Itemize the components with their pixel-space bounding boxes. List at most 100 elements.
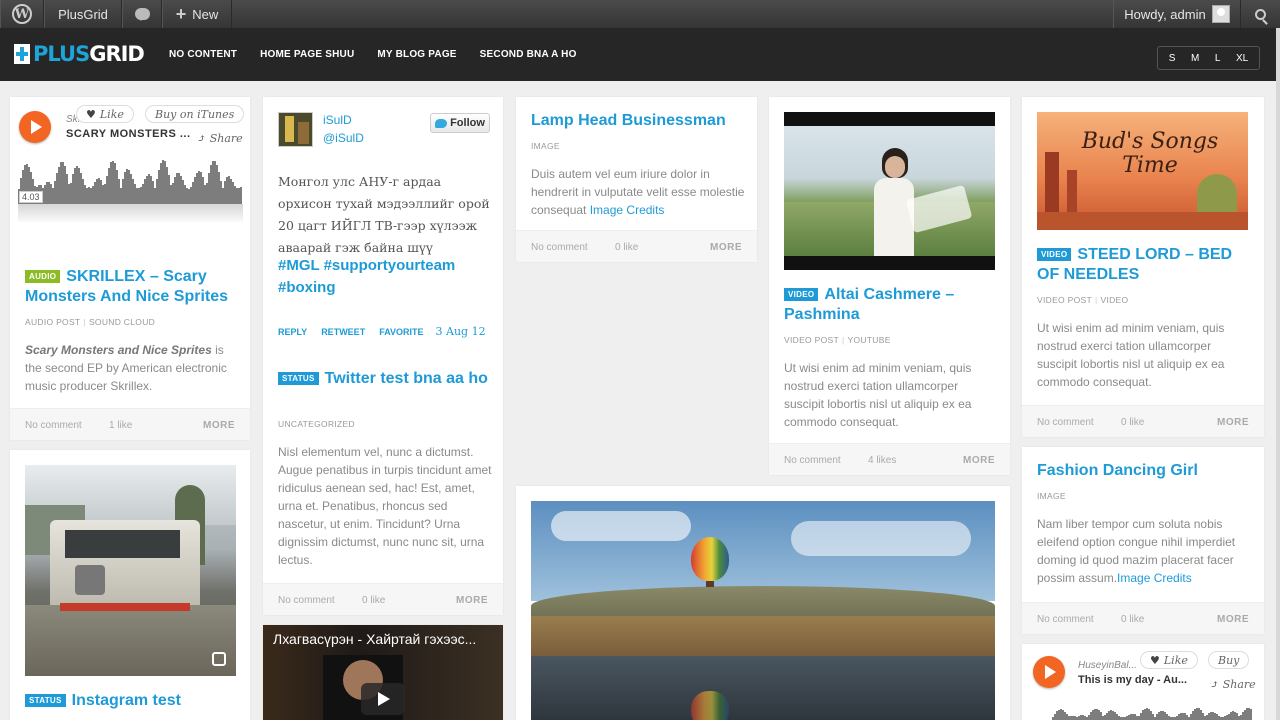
video-post-card: Bud's Songs Time VIDEO STEED LORD – BED O… [1022,97,1264,437]
buy-label: Buy on iTunes [155,107,235,121]
twitter-name[interactable]: iSulD [323,113,352,127]
nav-second-page[interactable]: SECOND BNA A HO [480,49,577,60]
more-link[interactable]: MORE [1217,614,1249,625]
post-title[interactable]: VIDEO STEED LORD – BED OF NEEDLES [1037,245,1252,285]
balloon-photo[interactable] [531,501,995,720]
new-content-menu[interactable]: + New [162,0,232,28]
post-title[interactable]: STATUS Twitter test bna aa ho [278,369,493,389]
post-title[interactable]: Lamp Head Businessman [531,111,746,131]
comment-count[interactable]: No comment [1037,417,1094,428]
like-button[interactable]: ♥ Like [76,105,134,123]
tweet-date[interactable]: 3 Aug 12 [436,325,486,338]
more-link[interactable]: MORE [203,420,235,431]
like-count[interactable]: 0 like [1121,614,1144,625]
video-badge: VIDEO [1037,248,1072,261]
account-menu[interactable]: Howdy, admin [1113,0,1241,28]
buy-button[interactable]: Buy [1208,651,1250,669]
post-title-text: Twitter test bna aa ho [324,370,488,387]
twitter-avatar[interactable] [278,112,313,147]
twitter-follow-button[interactable]: Follow [430,113,490,133]
share-label: Share [1222,678,1256,691]
post-title-text: Instagram test [71,692,181,709]
post-excerpt: Ut wisi enim ad minim veniam, quis nostr… [1037,321,1225,389]
like-count[interactable]: 1 like [109,420,132,431]
comments-link[interactable] [122,0,162,28]
avatar [1211,5,1230,23]
like-count[interactable]: 0 like [615,242,638,253]
post-meta[interactable]: IMAGE [1037,491,1066,501]
play-button[interactable] [1033,656,1065,688]
nav-my-blog-page[interactable]: MY BLOG PAGE [377,49,456,60]
meta-category[interactable]: YOUTUBE [847,335,890,345]
nav-no-content[interactable]: NO CONTENT [169,49,237,60]
meta-type: AUDIO POST [25,317,81,327]
like-count[interactable]: 4 likes [868,455,896,466]
tweet-text: Монгол улс АНУ-г ардаа орхисон тухай мэд… [278,174,490,255]
buy-on-itunes-button[interactable]: Buy on iTunes [145,105,245,123]
video-badge: VIDEO [784,288,819,301]
tweet-hashtags[interactable]: #MGL #supportyourteam #boxing [278,255,493,299]
size-xl-button[interactable]: XL [1236,53,1248,64]
post-meta[interactable]: IMAGE [531,141,560,151]
meta-type: VIDEO POST [784,335,839,345]
more-link[interactable]: MORE [456,595,488,606]
heart-icon: ♥ [86,107,96,121]
share-button[interactable]: ⤴ Share [197,132,243,145]
wordpress-menu[interactable]: W [0,0,44,28]
waveform[interactable] [18,160,243,204]
comment-bubble-icon [134,8,150,21]
share-button[interactable]: ⤴ Share [1210,678,1256,691]
like-count[interactable]: 0 like [1121,417,1144,428]
video-thumbnail[interactable] [784,112,995,270]
like-button[interactable]: ♥ Like [1140,651,1198,669]
comment-count[interactable]: No comment [531,242,588,253]
video-play-button[interactable] [361,683,405,715]
share-label: Share [209,132,243,145]
post-meta[interactable]: UNCATEGORIZED [278,419,355,429]
post-title[interactable]: VIDEO Altai Cashmere – Pashmina [784,285,999,325]
video-thumbnail[interactable]: Bud's Songs Time [1037,112,1248,230]
comment-count[interactable]: No comment [784,455,841,466]
meta-category[interactable]: VIDEO [1100,295,1128,305]
track-artist: HuseyinBal... [1078,660,1137,671]
meta-category[interactable]: SOUND CLOUD [89,317,155,327]
post-meta: VIDEO POST | YOUTUBE [784,335,891,345]
comment-count[interactable]: No comment [25,420,82,431]
post-excerpt: Nisl elementum vel, nunc a dictumst. Aug… [278,445,492,567]
image-credits-link[interactable]: Image Credits [1117,571,1192,585]
favorite-link[interactable]: FAVORITE [379,327,423,337]
site-name-link[interactable]: PlusGrid [44,0,122,28]
post-footer: No comment 1 like MORE [10,408,250,440]
tweet-actions: REPLY RETWEET FAVORITE 3 Aug 12 [278,325,493,338]
like-count[interactable]: 0 like [362,595,385,606]
post-title[interactable]: AUDIO SKRILLEX – Scary Monsters And Nice … [25,267,240,307]
twitter-handle[interactable]: @iSulD [323,131,364,145]
meta-type: VIDEO POST [1037,295,1092,305]
audio-badge: AUDIO [25,270,61,283]
retweet-link[interactable]: RETWEET [321,327,365,337]
nav-home-page[interactable]: HOME PAGE SHUU [260,49,354,60]
search-icon [1255,8,1266,20]
video-embed-card[interactable]: Лхагвасүрэн - Хайртай гэхээс... [263,625,503,720]
post-title[interactable]: STATUS Instagram test [25,691,240,711]
reply-link[interactable]: REPLY [278,327,307,337]
post-title[interactable]: Fashion Dancing Girl [1037,461,1252,481]
admin-search[interactable] [1241,0,1280,28]
more-link[interactable]: MORE [1217,417,1249,428]
post-excerpt: Scary Monsters and Nice Sprites is the s… [25,341,240,395]
image-credits-link[interactable]: Image Credits [590,203,665,217]
size-s-button[interactable]: S [1169,53,1176,64]
comment-count[interactable]: No comment [1037,614,1094,625]
site-logo[interactable]: PLUS GRID [14,42,145,66]
instagram-photo[interactable] [25,465,236,676]
more-link[interactable]: MORE [963,455,995,466]
more-link[interactable]: MORE [710,242,742,253]
size-m-button[interactable]: M [1191,53,1199,64]
waveform[interactable] [1052,706,1252,720]
wordpress-logo-icon: W [12,4,32,24]
play-button[interactable] [19,111,51,143]
size-l-button[interactable]: L [1215,53,1221,64]
comment-count[interactable]: No comment [278,595,335,606]
scrollbar[interactable] [1276,28,1280,720]
image-post-card: Fashion Dancing Girl IMAGE Nam liber tem… [1022,447,1264,634]
